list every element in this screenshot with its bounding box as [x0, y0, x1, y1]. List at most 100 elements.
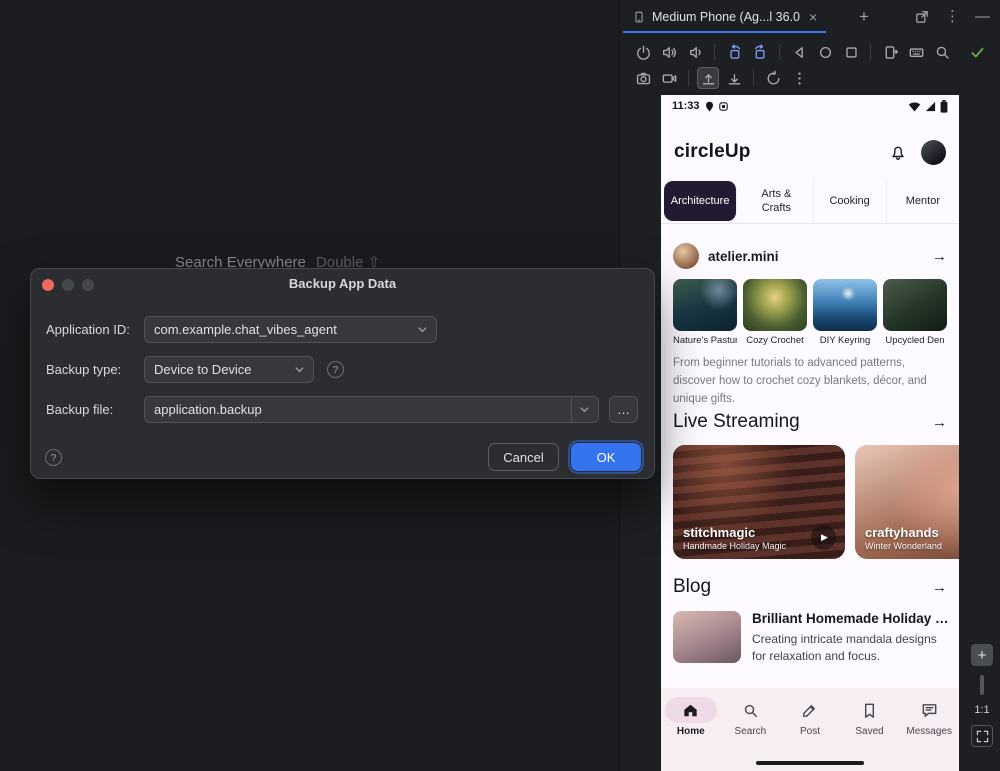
- reset-icon[interactable]: [762, 67, 784, 89]
- dialog-help-button[interactable]: ?: [45, 449, 62, 466]
- backup-file-field[interactable]: application.backup: [144, 396, 599, 423]
- creator-avatar: [673, 243, 699, 269]
- volume-up-icon[interactable]: [658, 41, 680, 63]
- device-icon: [632, 10, 646, 24]
- screen-record-icon[interactable]: [658, 67, 680, 89]
- creator-arrow-icon[interactable]: →: [932, 248, 947, 265]
- signal-icon: [925, 101, 936, 112]
- live-stream-meta: craftyhands Winter Wonderland: [865, 525, 942, 551]
- project-card-label: Nature's Pasture: [673, 335, 737, 346]
- chat-icon: [920, 701, 939, 720]
- application-id-label: Application ID:: [46, 316, 130, 343]
- chevron-down-icon: [415, 322, 430, 337]
- nav-item-messages[interactable]: Messages: [899, 697, 959, 771]
- nav-item-search[interactable]: Search: [721, 697, 781, 771]
- project-thumbnail: [743, 279, 807, 331]
- application-id-combobox[interactable]: com.example.chat_vibes_agent: [144, 316, 437, 343]
- cancel-button[interactable]: Cancel: [488, 443, 559, 471]
- project-card[interactable]: DIY Keyring: [813, 279, 877, 346]
- project-card[interactable]: Nature's Pasture: [673, 279, 737, 346]
- blog-post-title: Brilliant Homemade Holiday …: [752, 611, 951, 626]
- zoom-drag-handle[interactable]: [980, 675, 984, 695]
- app-title: circleUp: [674, 141, 751, 163]
- nav-label: Search: [735, 726, 767, 737]
- screenshot-root: { "window": { "tab_title": "Medium Phone…: [0, 0, 1000, 771]
- tab-close-icon[interactable]: ×: [809, 9, 817, 25]
- project-card[interactable]: Upcycled Den: [883, 279, 947, 346]
- backup-file-value: application.backup: [154, 402, 565, 417]
- backup-app-data-dialog: Backup App Data Application ID: com.exam…: [30, 268, 655, 479]
- android-overview-icon[interactable]: [840, 41, 862, 63]
- blog-post-thumbnail: [673, 611, 741, 663]
- tab-mentor[interactable]: Mentor: [887, 179, 959, 223]
- project-card-label: DIY Keyring: [813, 335, 877, 346]
- blog-arrow-icon[interactable]: →: [932, 579, 947, 596]
- pencil-icon: [800, 701, 819, 720]
- play-icon[interactable]: ▶: [811, 525, 836, 550]
- project-card[interactable]: Cozy Crochet: [743, 279, 807, 346]
- ok-button[interactable]: OK: [571, 443, 641, 471]
- live-stream-meta: stitchmagic Handmade Holiday Magic: [683, 525, 786, 551]
- hardware-input-icon[interactable]: [879, 41, 901, 63]
- restore-app-data-icon[interactable]: [723, 67, 745, 89]
- tab-arts-crafts[interactable]: Arts & Crafts: [740, 179, 813, 223]
- android-home-icon[interactable]: [814, 41, 836, 63]
- emulator-device-tab[interactable]: Medium Phone (Ag...l 36.0 ×: [623, 0, 826, 33]
- minimize-icon[interactable]: —: [975, 9, 990, 24]
- tab-architecture[interactable]: Architecture: [664, 181, 737, 221]
- nav-label: Saved: [855, 726, 883, 737]
- chevron-down-icon: [292, 362, 307, 377]
- battery-icon: [940, 100, 948, 113]
- new-tab-button[interactable]: +: [852, 0, 876, 33]
- nav-item-home[interactable]: Home: [661, 697, 721, 771]
- tab-label: Architecture: [671, 194, 730, 208]
- zoom-ratio-label: 1:1: [974, 704, 989, 716]
- backup-file-label: Backup file:: [46, 396, 113, 423]
- fit-to-window-button[interactable]: [971, 725, 993, 747]
- screenshot-camera-icon[interactable]: [632, 67, 654, 89]
- live-stream-subtitle: Handmade Holiday Magic: [683, 541, 786, 551]
- zoom-in-button[interactable]: +: [971, 644, 993, 666]
- bookmark-icon: [860, 701, 879, 720]
- search-icon: [741, 701, 760, 720]
- project-cards: Nature's Pasture Cozy Crochet DIY Keyrin…: [673, 279, 947, 346]
- nav-pill: [844, 697, 896, 723]
- creator-row[interactable]: atelier.mini →: [673, 241, 947, 271]
- nav-item-saved[interactable]: Saved: [840, 697, 900, 771]
- more-options-icon[interactable]: [788, 67, 810, 89]
- power-icon[interactable]: [632, 41, 654, 63]
- blog-post[interactable]: Brilliant Homemade Holiday … Creating in…: [673, 611, 951, 666]
- backup-type-combobox[interactable]: Device to Device: [144, 356, 314, 383]
- bottom-navigation: Home Search Post Saved Messages: [661, 688, 959, 771]
- rotate-left-icon[interactable]: [723, 41, 745, 63]
- emulator-screen[interactable]: 11:33 circleUp Architecture Arts & Craft…: [661, 95, 959, 771]
- status-bar: 11:33: [661, 95, 959, 117]
- nav-item-post[interactable]: Post: [780, 697, 840, 771]
- toolbar-separator: [779, 44, 780, 60]
- keyboard-icon[interactable]: [905, 41, 927, 63]
- nav-label: Home: [677, 726, 705, 737]
- backup-app-data-icon[interactable]: [697, 67, 719, 89]
- nav-pill: [903, 697, 955, 723]
- live-stream-subtitle: Winter Wonderland: [865, 541, 942, 551]
- live-streaming-arrow-icon[interactable]: →: [932, 414, 947, 431]
- nav-label: Post: [800, 726, 820, 737]
- live-stream-card[interactable]: stitchmagic Handmade Holiday Magic ▶: [673, 445, 845, 559]
- tab-cooking[interactable]: Cooking: [814, 179, 887, 223]
- volume-down-icon[interactable]: [684, 41, 706, 63]
- live-stream-card[interactable]: craftyhands Winter Wonderland: [855, 445, 959, 559]
- blog-header: Blog →: [673, 576, 947, 598]
- panel-options-kebab-icon[interactable]: ⋮: [945, 9, 960, 24]
- gesture-handle[interactable]: [756, 761, 864, 765]
- zoom-controls: + 1:1: [969, 644, 995, 747]
- zoom-icon[interactable]: [931, 41, 953, 63]
- notifications-bell-icon[interactable]: [888, 142, 908, 162]
- android-back-icon[interactable]: [788, 41, 810, 63]
- browse-button[interactable]: …: [609, 396, 638, 423]
- open-in-window-icon[interactable]: [914, 9, 930, 25]
- application-id-value: com.example.chat_vibes_agent: [154, 322, 415, 337]
- emulator-toolbar-row1-right: [931, 41, 988, 63]
- profile-avatar[interactable]: [921, 140, 946, 165]
- rotate-right-icon[interactable]: [749, 41, 771, 63]
- backup-type-help-icon[interactable]: ?: [327, 361, 344, 378]
